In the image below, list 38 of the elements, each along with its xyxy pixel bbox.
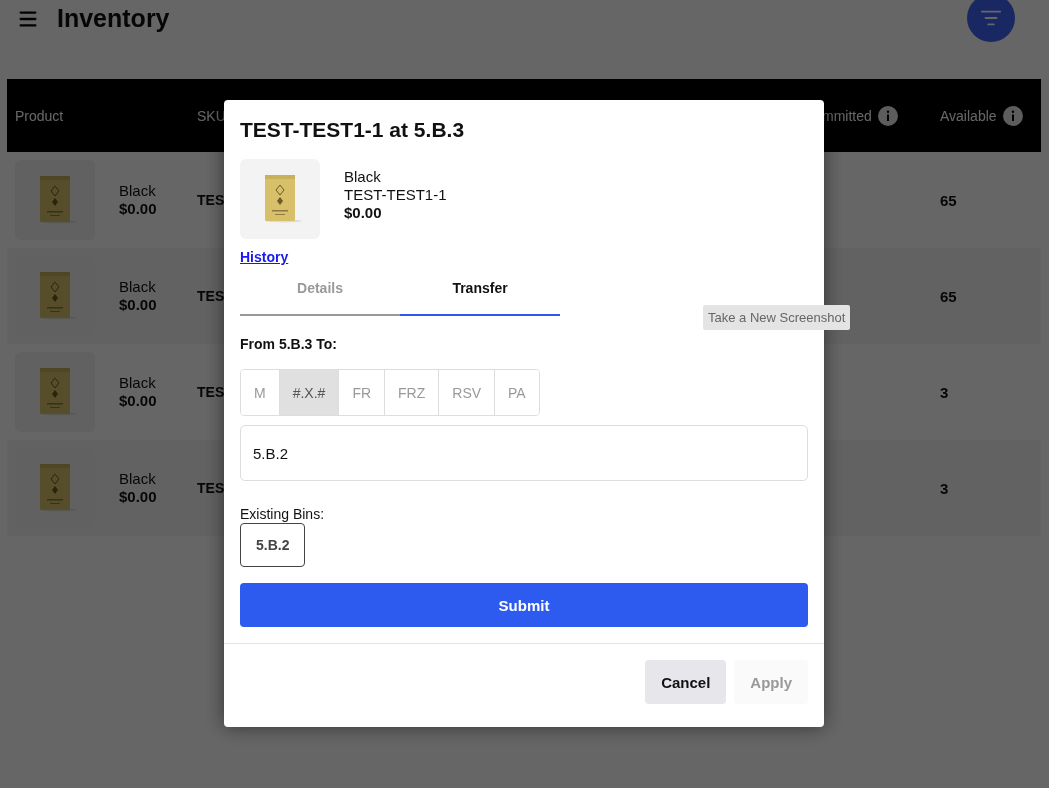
format-option[interactable]: PA <box>494 370 539 415</box>
table-cell-text: TES <box>196 192 225 208</box>
existing-bins-label: Existing Bins: <box>240 506 326 522</box>
tab[interactable]: Transfer <box>400 273 560 316</box>
tab[interactable]: Details <box>240 273 400 316</box>
column-header: Available <box>940 107 997 124</box>
bin-chip[interactable]: 5.B.2 <box>240 523 306 567</box>
filter-button[interactable] <box>967 0 1015 42</box>
table-cell-text: TES <box>196 288 225 304</box>
variant-text: Black <box>344 168 382 186</box>
table-cell-text: 65 <box>939 287 957 305</box>
info-icon[interactable] <box>877 105 898 126</box>
price-text: $0.00 <box>119 488 157 506</box>
variant-text: Black <box>119 278 157 296</box>
page-title: Inventory <box>57 4 171 33</box>
variant-text: Black <box>119 374 157 392</box>
table-cell-text: TES <box>196 480 225 496</box>
from-label: From 5.B.3 To: <box>240 336 338 352</box>
table-cell-text: 65 <box>939 191 957 209</box>
price-text: $0.00 <box>344 204 383 222</box>
format-option[interactable]: #.X.# <box>278 370 339 415</box>
variant-text: Black <box>119 470 157 488</box>
sku-text: TEST-TEST1-1 <box>344 186 447 204</box>
table-cell-text: 3 <box>939 479 949 497</box>
table-cell-text: 3 <box>939 383 949 401</box>
info-icon[interactable] <box>1002 105 1023 126</box>
price-text: $0.00 <box>119 200 157 218</box>
table-cell-text: TES <box>196 384 225 400</box>
price-text: $0.00 <box>119 392 157 410</box>
location-input[interactable]: 5.B.2 <box>240 425 808 481</box>
history-link[interactable]: History <box>240 249 289 265</box>
variant-text: Black <box>119 182 157 200</box>
price-text: $0.00 <box>119 296 157 314</box>
tooltip: Take a New Screenshot <box>703 305 851 330</box>
column-header: Product <box>15 107 64 124</box>
dialog-title: TEST-TEST1-1 at 5.B.3 <box>240 118 466 142</box>
dialog-button[interactable]: Cancel <box>645 660 727 704</box>
submit-button[interactable]: Submit <box>240 583 808 627</box>
